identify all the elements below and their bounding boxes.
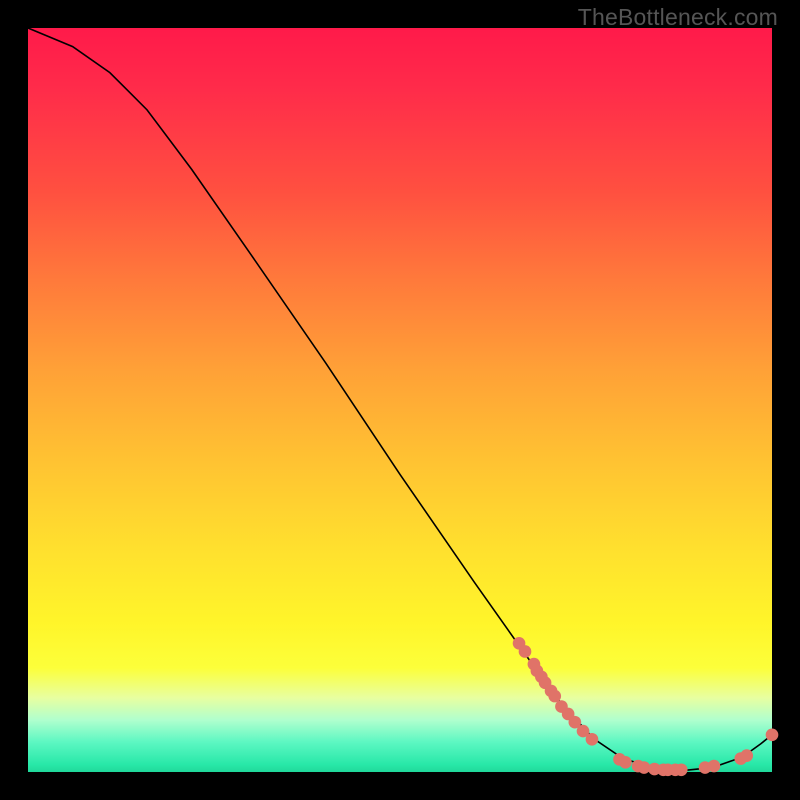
scatter-points bbox=[513, 637, 779, 776]
scatter-dot bbox=[619, 756, 632, 769]
chart-svg bbox=[28, 28, 772, 772]
scatter-dot bbox=[740, 749, 753, 762]
scatter-dot bbox=[548, 690, 561, 703]
scatter-dot bbox=[708, 760, 721, 773]
bottleneck-curve bbox=[28, 28, 772, 771]
watermark-text: TheBottleneck.com bbox=[578, 4, 778, 31]
scatter-dot bbox=[519, 645, 532, 658]
plot-area bbox=[28, 28, 772, 772]
scatter-dot bbox=[675, 763, 688, 776]
scatter-dot bbox=[766, 728, 779, 741]
scatter-dot bbox=[586, 733, 599, 746]
